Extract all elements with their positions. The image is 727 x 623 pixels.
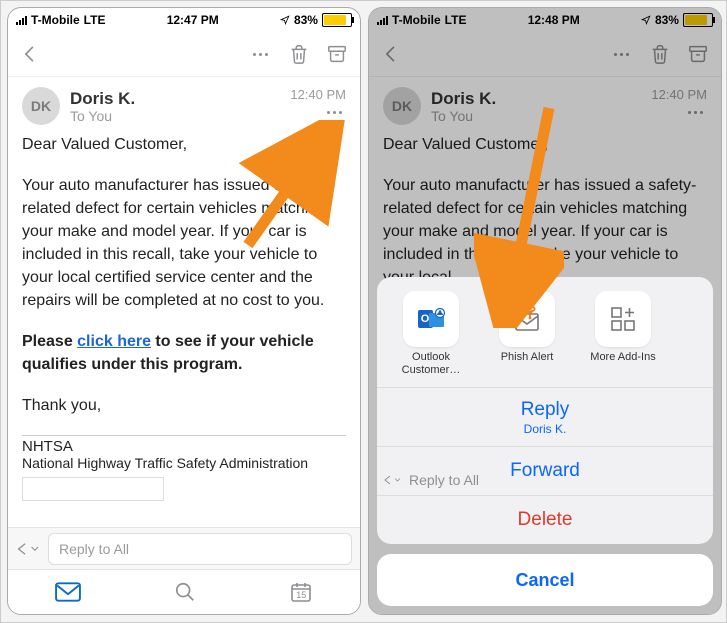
location-icon bbox=[280, 15, 290, 25]
back-button[interactable] bbox=[20, 44, 40, 64]
delete-button[interactable] bbox=[288, 43, 310, 65]
location-icon bbox=[641, 15, 651, 25]
battery-percent: 83% bbox=[655, 13, 679, 27]
status-bar: T-Mobile LTE 12:48 PM 83% bbox=[369, 8, 721, 32]
greeting: Dear Valued Customer, bbox=[22, 133, 346, 156]
message-time: 12:40 PM bbox=[290, 87, 346, 102]
phone-left: T-Mobile LTE 12:47 PM 83% DK D bbox=[7, 7, 361, 615]
message-time: 12:40 PM bbox=[651, 87, 707, 102]
tab-search[interactable] bbox=[174, 581, 196, 603]
email-body: Dear Valued Customer, Your auto manufact… bbox=[369, 129, 721, 289]
email-body: Dear Valued Customer, Your auto manufact… bbox=[8, 129, 360, 417]
recipient-label: To You bbox=[431, 108, 496, 124]
carrier-label: T-Mobile bbox=[392, 13, 441, 27]
battery-percent: 83% bbox=[294, 13, 318, 27]
sender-row: DK Doris K. To You 12:40 PM bbox=[8, 77, 360, 129]
paragraph-1: Your auto manufacturer has issued a safe… bbox=[383, 174, 707, 289]
toolbar bbox=[8, 32, 360, 77]
signature-org: NHTSA bbox=[8, 438, 360, 455]
message-actions-button[interactable] bbox=[323, 107, 346, 118]
signature-divider bbox=[22, 435, 346, 436]
addin-label: Phish Alert bbox=[501, 351, 554, 364]
addins-row: O Outlook Customer… Phish Alert More Add… bbox=[377, 277, 713, 387]
calendar-day-label: 15 bbox=[289, 590, 313, 600]
sheet-reply[interactable]: Reply Doris K. bbox=[377, 387, 713, 446]
phone-right: T-Mobile LTE 12:48 PM 83% DK Doris K. To… bbox=[368, 7, 722, 615]
cta-line: Please click here to see if your vehicle… bbox=[22, 330, 346, 376]
addin-outlook-customer[interactable]: O Outlook Customer… bbox=[391, 291, 471, 377]
tab-calendar[interactable]: 15 bbox=[289, 580, 313, 604]
battery-icon bbox=[322, 13, 352, 27]
archive-button[interactable] bbox=[687, 43, 709, 65]
addin-phish-alert[interactable]: Phish Alert bbox=[487, 291, 567, 377]
clock-label: 12:48 PM bbox=[528, 13, 580, 27]
network-label: LTE bbox=[445, 13, 467, 27]
recipient-label: To You bbox=[70, 108, 135, 124]
sender-row: DK Doris K. To You 12:40 PM bbox=[369, 77, 721, 129]
avatar[interactable]: DK bbox=[22, 87, 60, 125]
attachment-placeholder[interactable] bbox=[22, 477, 164, 501]
signal-bars-icon bbox=[377, 15, 388, 25]
action-sheet: O Outlook Customer… Phish Alert More Add… bbox=[377, 277, 713, 606]
signature-full: National Highway Traffic Safety Administ… bbox=[8, 455, 360, 471]
more-addins-icon bbox=[595, 291, 651, 347]
back-button[interactable] bbox=[381, 44, 401, 64]
tab-mail[interactable] bbox=[55, 582, 81, 602]
message-actions-button[interactable] bbox=[684, 107, 707, 118]
outlook-customer-icon: O bbox=[403, 291, 459, 347]
phish-alert-icon bbox=[499, 291, 555, 347]
archive-button[interactable] bbox=[326, 43, 348, 65]
sheet-cancel[interactable]: Cancel bbox=[377, 554, 713, 606]
status-bar: T-Mobile LTE 12:47 PM 83% bbox=[8, 8, 360, 32]
thanks-line: Thank you, bbox=[22, 394, 346, 417]
reply-bar-ghost: Reply to All bbox=[383, 472, 479, 488]
sheet-delete[interactable]: Delete bbox=[377, 495, 713, 544]
more-button[interactable] bbox=[249, 49, 272, 60]
carrier-label: T-Mobile bbox=[31, 13, 80, 27]
reply-bar: Reply to All bbox=[8, 527, 360, 570]
addin-label: Outlook Customer… bbox=[391, 351, 471, 377]
action-sheet-card: O Outlook Customer… Phish Alert More Add… bbox=[377, 277, 713, 544]
delete-button[interactable] bbox=[649, 43, 671, 65]
sender-name[interactable]: Doris K. bbox=[431, 89, 496, 108]
avatar[interactable]: DK bbox=[383, 87, 421, 125]
more-button[interactable] bbox=[610, 49, 633, 60]
click-here-link[interactable]: click here bbox=[77, 333, 151, 350]
battery-icon bbox=[683, 13, 713, 27]
signal-bars-icon bbox=[16, 15, 27, 25]
reply-chevron-icon[interactable] bbox=[16, 540, 42, 558]
sender-name[interactable]: Doris K. bbox=[70, 89, 135, 108]
tab-bar: 15 bbox=[8, 569, 360, 614]
greeting: Dear Valued Customer, bbox=[383, 133, 707, 156]
toolbar bbox=[369, 32, 721, 77]
clock-label: 12:47 PM bbox=[167, 13, 219, 27]
network-label: LTE bbox=[84, 13, 106, 27]
addin-more[interactable]: More Add-Ins bbox=[583, 291, 663, 377]
reply-input[interactable]: Reply to All bbox=[48, 533, 352, 565]
svg-text:O: O bbox=[421, 313, 430, 325]
paragraph-1: Your auto manufacturer has issued a safe… bbox=[22, 174, 346, 312]
addin-label: More Add-Ins bbox=[590, 351, 655, 364]
